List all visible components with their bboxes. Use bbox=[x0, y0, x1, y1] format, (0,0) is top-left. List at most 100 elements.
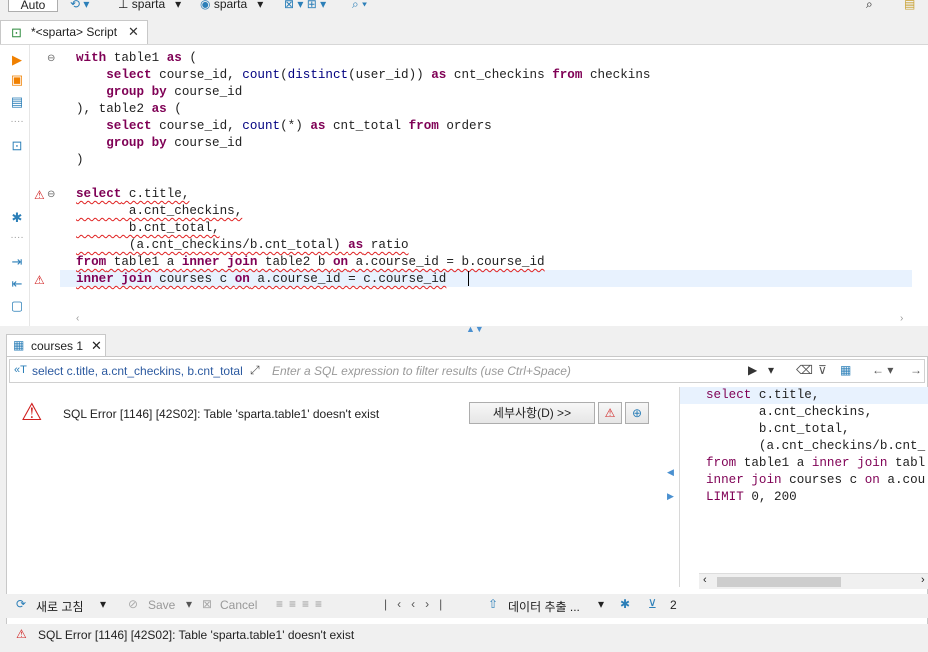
code-line[interactable]: inner join courses c on a.course_id = c.… bbox=[76, 271, 446, 288]
code-line[interactable]: (a.cnt_checkins/b.cnt_ bbox=[706, 438, 925, 455]
code-line[interactable]: (a.cnt_checkins/b.cnt_total) as ratio bbox=[76, 237, 409, 254]
code-token: from bbox=[408, 119, 439, 133]
page-navigation-icons[interactable]: |‹‹›| bbox=[384, 597, 452, 611]
refresh-button[interactable]: 새로 고침 bbox=[36, 598, 84, 615]
code-token: tabl bbox=[887, 456, 926, 470]
settings-icon[interactable]: ✱ bbox=[620, 597, 630, 611]
export-icon[interactable]: ⇥ bbox=[10, 255, 24, 269]
script-editor-tab[interactable]: ⊡ *<sparta> Script ✕ bbox=[0, 20, 148, 44]
code-line[interactable]: with table1 as ( bbox=[76, 50, 197, 67]
close-icon[interactable]: ✕ bbox=[128, 24, 139, 40]
filter-bar: «T select c.title, a.cnt_checkins, b.cnt… bbox=[9, 359, 925, 383]
forward-icon[interactable]: → bbox=[910, 363, 922, 377]
code-line[interactable]: a.cnt_checkins, bbox=[76, 203, 242, 220]
code-line[interactable]: from table1 a inner join table2 b on a.c… bbox=[76, 254, 545, 271]
scroll-left-icon[interactable]: ‹ bbox=[76, 313, 79, 324]
code-line[interactable]: ), table2 as ( bbox=[76, 101, 182, 118]
horizontal-scrollbar[interactable]: ‹ › bbox=[699, 573, 928, 589]
code-line[interactable]: select c.title, bbox=[76, 186, 189, 203]
code-token: as bbox=[151, 102, 167, 116]
apply-filter-icon[interactable]: ▶ bbox=[748, 363, 757, 377]
code-token: c.title, bbox=[751, 388, 820, 402]
filter-history-icon[interactable]: ▾ bbox=[768, 363, 774, 377]
tab-results[interactable]: ▦ courses 1 ✕ bbox=[6, 334, 106, 356]
close-icon[interactable]: ✕ bbox=[91, 338, 102, 354]
execute-script-icon[interactable]: ▣ bbox=[10, 73, 24, 87]
fold-icon[interactable]: ⊖ bbox=[47, 189, 55, 200]
schema-selector[interactable]: ◉ sparta ▾ bbox=[200, 0, 263, 12]
perspective-icon[interactable]: ▤ bbox=[904, 0, 915, 12]
history-icon[interactable]: ⟲ ▾ bbox=[70, 0, 89, 12]
cancel-icon: ⊠ bbox=[202, 597, 213, 611]
export-dropdown-icon[interactable]: ▾ bbox=[598, 597, 604, 611]
code-token: a.cnt_checkins, bbox=[76, 204, 243, 218]
code-line[interactable]: a.cnt_checkins, bbox=[706, 404, 872, 421]
back-icon[interactable]: ← ▾ bbox=[872, 363, 893, 377]
code-line[interactable]: from table1 a inner join tabl bbox=[706, 455, 925, 472]
global-search-icon[interactable]: ⌕ bbox=[866, 0, 873, 12]
scrollbar-thumb[interactable] bbox=[717, 577, 841, 587]
filter-input[interactable]: Enter a SQL expression to filter results… bbox=[272, 364, 571, 378]
execute-icon[interactable]: ▶ bbox=[10, 53, 24, 67]
details-button[interactable]: 세부사항(D) >> bbox=[469, 402, 595, 424]
code-token: (*) bbox=[280, 119, 311, 133]
code-line[interactable]: select c.title, bbox=[706, 387, 819, 404]
template-icon[interactable]: ▢ bbox=[10, 299, 24, 313]
error-icon: ⚠ bbox=[16, 627, 27, 641]
code-line[interactable]: group by course_id bbox=[76, 84, 242, 101]
filter-settings-icon[interactable]: ▦ bbox=[840, 363, 851, 377]
export-button[interactable]: 데이터 추출 ... bbox=[508, 598, 580, 615]
settings-icon[interactable]: ✱ bbox=[10, 211, 24, 225]
refresh-dropdown-icon[interactable]: ▾ bbox=[100, 597, 106, 611]
explain-plan-icon[interactable]: ▤ bbox=[10, 95, 24, 109]
cancel-button[interactable]: Cancel bbox=[220, 598, 257, 612]
code-line[interactable]: select course_id, count(distinct(user_id… bbox=[76, 67, 650, 84]
navigate-button[interactable]: ⊕ bbox=[625, 402, 649, 424]
code-token: select bbox=[706, 388, 752, 402]
panel-splitter[interactable]: ▲▼ bbox=[0, 324, 928, 334]
collapse-right-icon[interactable]: ▶ bbox=[667, 491, 674, 502]
code-line[interactable]: b.cnt_total, bbox=[706, 421, 850, 438]
query-preview[interactable]: select c.title, a.cnt_checkins, b.cnt_to… bbox=[32, 364, 243, 378]
main-toolbar: Auto ⟲ ▾ ⊥ sparta ▾ ◉ sparta ▾ ⊠ ▾ ⊞ ▾ ⌕… bbox=[0, 0, 928, 14]
import-icon[interactable]: ⇤ bbox=[10, 277, 24, 291]
code-token: (a.cnt_checkins/b.cnt_ bbox=[706, 439, 926, 453]
collapse-left-icon[interactable]: ◀ bbox=[667, 467, 674, 478]
sql-text-panel: select c.title, a.cnt_checkins, b.cnt_to… bbox=[679, 387, 928, 587]
code-line[interactable]: ) bbox=[76, 152, 84, 169]
scroll-right-icon[interactable]: › bbox=[900, 313, 903, 324]
code-token: inner join bbox=[76, 272, 152, 286]
eraser-icon[interactable]: ⌫ bbox=[796, 363, 813, 377]
refresh-icon[interactable]: ⟳ bbox=[16, 597, 26, 611]
code-token: course_id bbox=[166, 85, 243, 99]
code-line[interactable]: select course_id, count(*) as cnt_total … bbox=[76, 118, 492, 135]
error-log-button[interactable]: ⚠ bbox=[598, 402, 622, 424]
expand-icon[interactable]: ⤢ bbox=[250, 363, 260, 378]
console-icon[interactable]: ⊡ bbox=[10, 139, 24, 153]
code-line[interactable]: LIMIT 0, 200 bbox=[706, 489, 797, 506]
code-token: ratio bbox=[363, 238, 409, 252]
export-icon: ⇧ bbox=[488, 597, 499, 611]
scroll-right-icon[interactable]: › bbox=[921, 574, 925, 586]
transaction-icon[interactable]: ⊠ ▾ ⊞ ▾ bbox=[284, 0, 326, 12]
code-token: table1 bbox=[106, 51, 167, 65]
save-dropdown-icon[interactable]: ▾ bbox=[186, 597, 192, 611]
editor-ruler: ⚠ ⚠ ⊖ ⊖ bbox=[30, 45, 60, 327]
code-token: from bbox=[706, 456, 737, 470]
save-button[interactable]: Save bbox=[148, 598, 175, 612]
filter-icon[interactable]: ⊽ bbox=[818, 363, 827, 377]
code-line[interactable]: inner join courses c on a.cou bbox=[706, 472, 925, 489]
row-edit-icons[interactable]: ≡≡≡≡ bbox=[276, 597, 328, 611]
datasource-selector[interactable]: ⊥ sparta ▾ bbox=[118, 0, 181, 12]
sql-editor[interactable]: ▶ ▣ ▤ ···· ⊡ ✱ ···· ⇥ ⇤ ▢ ⚠ ⚠ ⊖ ⊖ with t… bbox=[0, 44, 928, 327]
fold-icon[interactable]: ⊖ bbox=[47, 53, 55, 64]
code-token: on bbox=[234, 272, 250, 286]
auto-commit-dropdown[interactable]: Auto bbox=[8, 0, 58, 12]
code-token: checkins bbox=[582, 68, 651, 82]
scroll-left-icon[interactable]: ‹ bbox=[703, 574, 707, 586]
code-token: (user_id)) bbox=[348, 68, 432, 82]
code-line[interactable]: group by course_id bbox=[76, 135, 242, 152]
collapse-arrows-icon[interactable]: ▲▼ bbox=[466, 324, 484, 334]
search-icon[interactable]: ⌕ ▾ bbox=[352, 0, 367, 12]
code-line[interactable]: b.cnt_total, bbox=[76, 220, 220, 237]
